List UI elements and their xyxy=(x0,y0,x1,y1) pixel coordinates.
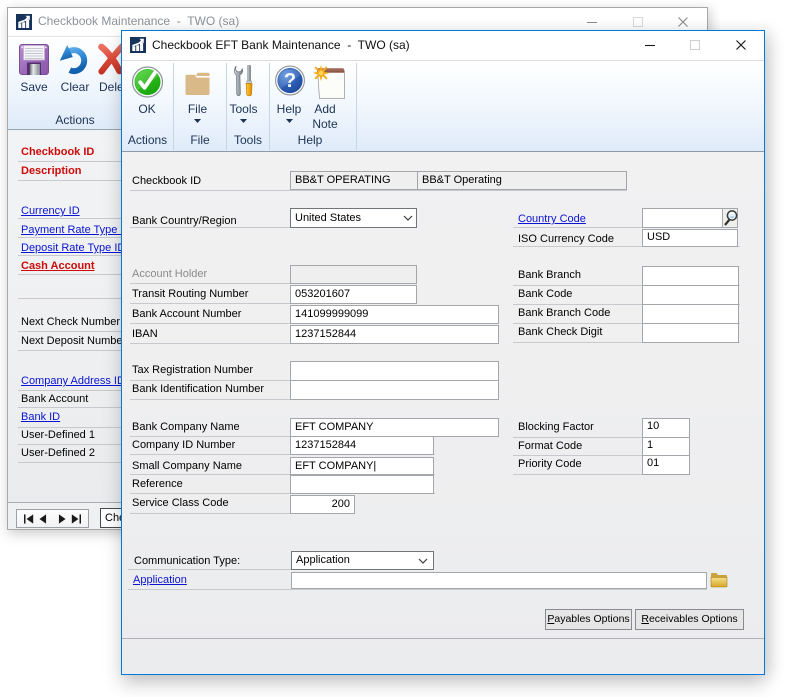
svg-text:?: ? xyxy=(284,70,296,92)
